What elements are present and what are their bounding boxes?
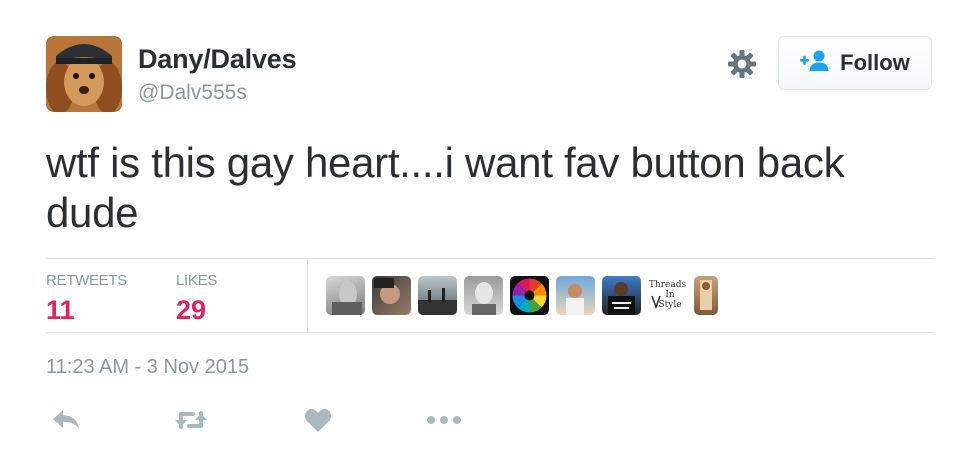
liker-avatar-3[interactable] xyxy=(418,276,457,315)
author-avatar[interactable] xyxy=(46,36,122,112)
liker-avatar-8[interactable]: Threads In Style xyxy=(648,276,687,315)
retweets-stat[interactable]: RETWEETS 11 xyxy=(46,272,127,326)
author-name[interactable]: Dany/Dalves xyxy=(138,44,297,75)
reply-icon[interactable] xyxy=(46,402,86,438)
tweet-timestamp[interactable]: 11:23 AM - 3 Nov 2015 xyxy=(46,356,249,379)
likes-label: LIKES xyxy=(176,272,218,289)
divider xyxy=(46,258,934,259)
liker-avatars: Threads In Style xyxy=(326,276,718,315)
liker-avatar-4[interactable] xyxy=(464,276,503,315)
likes-count: 29 xyxy=(176,295,207,325)
liker-avatar-8-line-3: Style xyxy=(658,300,681,310)
add-user-icon xyxy=(800,50,830,77)
tweet-card: Dany/Dalves @Dalv555s Follow wtf is this… xyxy=(0,0,980,467)
gear-icon[interactable] xyxy=(726,48,758,80)
liker-avatar-2[interactable] xyxy=(372,276,411,315)
liker-avatar-8-line-1: Threads xyxy=(649,280,687,290)
liker-avatar-9[interactable] xyxy=(694,276,718,315)
divider xyxy=(46,332,934,333)
retweets-label: RETWEETS xyxy=(46,272,127,289)
dog-avatar-image xyxy=(46,36,122,112)
liker-avatar-1[interactable] xyxy=(326,276,365,315)
more-icon[interactable] xyxy=(424,402,464,438)
like-heart-icon[interactable] xyxy=(298,402,338,438)
liker-avatar-7[interactable] xyxy=(602,276,641,315)
retweet-icon[interactable] xyxy=(171,402,211,438)
liker-avatar-6[interactable] xyxy=(556,276,595,315)
follow-button-label: Follow xyxy=(840,50,910,75)
author-handle[interactable]: @Dalv555s xyxy=(138,81,247,105)
liker-avatar-5[interactable] xyxy=(510,276,549,315)
retweets-count: 11 xyxy=(46,295,75,325)
likes-stat[interactable]: LIKES 29 xyxy=(176,272,217,326)
follow-button[interactable]: Follow xyxy=(778,36,932,90)
liker-avatar-8-line-2: In xyxy=(665,290,675,300)
stats-divider xyxy=(307,260,308,332)
tweet-text: wtf is this gay heart....i want fav butt… xyxy=(46,139,845,236)
